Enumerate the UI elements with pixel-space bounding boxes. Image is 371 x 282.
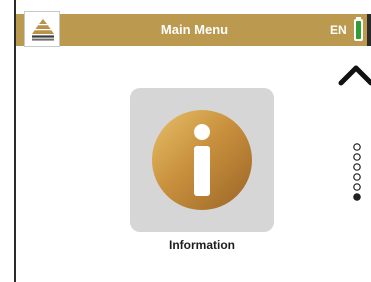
header-edge: [367, 14, 371, 46]
menu-tile-label: Information: [169, 238, 235, 252]
battery-full-icon: [354, 19, 363, 41]
battery-level-fill: [356, 21, 361, 39]
page-dot[interactable]: [353, 153, 361, 161]
chevron-up-icon[interactable]: [338, 64, 371, 86]
page-dot[interactable]: [353, 183, 361, 191]
page-dot-active[interactable]: [353, 193, 361, 201]
page-dot[interactable]: [353, 173, 361, 181]
page-indicator: [353, 143, 361, 201]
info-icon: [152, 110, 252, 210]
device-screen: Main Menu EN Information: [14, 0, 371, 282]
page-dot[interactable]: [353, 163, 361, 171]
page-title: Main Menu: [160, 22, 229, 37]
language-selector[interactable]: EN: [330, 14, 347, 46]
menu-tile-information[interactable]: [130, 88, 274, 232]
page-dot[interactable]: [353, 143, 361, 151]
